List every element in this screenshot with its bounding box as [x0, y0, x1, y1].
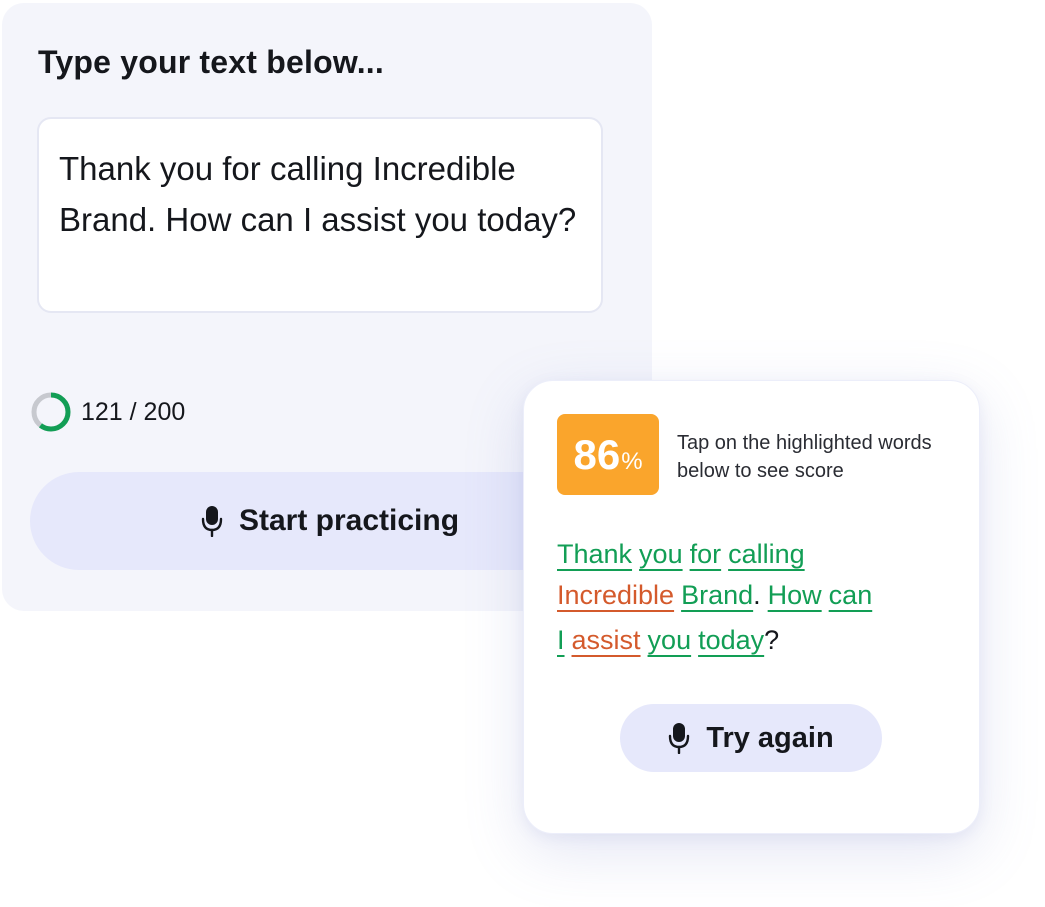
microphone-icon	[669, 723, 690, 754]
scored-word[interactable]: for	[690, 534, 722, 575]
try-again-label: Try again	[706, 721, 834, 754]
scored-word[interactable]: you	[639, 534, 683, 575]
scored-word[interactable]: assist	[572, 620, 641, 661]
progress-ring-icon	[31, 392, 71, 432]
score-badge: 86%	[557, 414, 659, 495]
microphone-icon	[201, 506, 223, 537]
scored-word[interactable]: Incredible	[557, 575, 674, 616]
scored-word[interactable]: today	[698, 620, 764, 661]
score-unit: %	[621, 447, 643, 475]
scored-sentence: Thank you for calling Incredible Brand. How ca…	[557, 534, 967, 661]
result-card: 86% Tap on the highlighted words below t…	[523, 380, 980, 834]
panel-title: Type your text below...	[38, 44, 384, 80]
character-counter: 121 / 200	[30, 391, 185, 433]
score-hint: Tap on the highlighted words below to se…	[677, 432, 932, 482]
try-again-button[interactable]: Try again	[620, 704, 882, 772]
scored-word[interactable]: How	[768, 575, 822, 616]
scored-word[interactable]: Brand	[681, 575, 753, 616]
text-input[interactable]: Thank you for calling Incredible Brand. …	[37, 117, 603, 313]
scored-word[interactable]: calling	[728, 534, 805, 575]
scored-word[interactable]: you	[648, 620, 692, 661]
scored-word[interactable]: I	[557, 620, 565, 661]
punctuation: ?	[764, 625, 780, 655]
start-practicing-label: Start practicing	[238, 504, 460, 537]
scored-word[interactable]: can	[829, 575, 873, 616]
punctuation: .	[753, 580, 761, 610]
character-count: 121 / 200	[81, 397, 186, 426]
score-value: 86	[573, 430, 621, 478]
scored-word[interactable]: Thank	[557, 534, 632, 575]
